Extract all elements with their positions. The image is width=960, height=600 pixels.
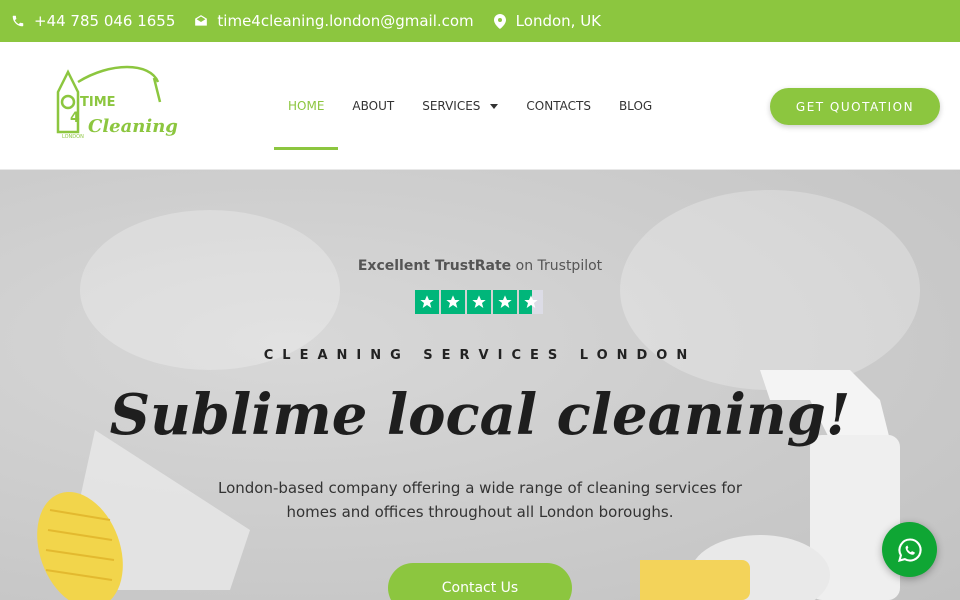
whatsapp-icon [897, 537, 922, 562]
trustpilot-text: Excellent TrustRate on Trustpilot [0, 258, 960, 274]
trustpilot-stars[interactable] [415, 290, 545, 314]
logo-text-london: LONDON [62, 134, 84, 140]
nav-about[interactable]: ABOUT [338, 42, 408, 170]
top-contact-bar: +44 785 046 1655 time4cleaning.london@gm… [0, 0, 960, 42]
time4cleaning-logo[interactable]: TIME 4 Cleaning LONDON [50, 62, 180, 142]
nav-home[interactable]: HOME [274, 42, 339, 170]
phone-contact[interactable]: +44 785 046 1655 [10, 12, 175, 30]
star-icon [467, 290, 491, 314]
nav-about-label: ABOUT [352, 99, 395, 113]
map-pin-icon [492, 13, 508, 29]
nav-services-label: SERVICES [422, 99, 481, 113]
site-header: TIME 4 Cleaning LONDON HOME ABOUT SERVIC… [0, 42, 960, 170]
nav-blog[interactable]: BLOG [605, 42, 666, 170]
star-icon [415, 290, 439, 314]
nav-contacts-label: CONTACTS [526, 99, 591, 113]
chevron-down-icon [490, 103, 499, 109]
description-line-2: homes and offices throughout all London … [286, 503, 674, 521]
contact-us-button[interactable]: Contact Us [388, 563, 572, 600]
half-star-icon [519, 290, 543, 314]
phone-text: +44 785 046 1655 [34, 12, 176, 30]
whatsapp-button[interactable] [882, 522, 937, 577]
trust-bold: Excellent TrustRate [357, 258, 512, 274]
main-nav: HOME ABOUT SERVICES CONTACTS BLOG [274, 42, 666, 170]
logo-text-time: TIME [80, 95, 116, 110]
nav-services[interactable]: SERVICES [408, 42, 512, 170]
hero-headline: Sublime local cleaning! [109, 382, 851, 448]
location-text: London, UK [515, 12, 602, 30]
nav-contacts[interactable]: CONTACTS [512, 42, 605, 170]
star-icon [441, 290, 465, 314]
nav-home-label: HOME [288, 99, 325, 113]
background-texture [80, 210, 340, 370]
logo-number: 4 [70, 110, 80, 126]
hero-section: Excellent TrustRate on Trustpilot CLEANI… [0, 170, 960, 600]
hero-kicker: CLEANING SERVICES LONDON [263, 348, 697, 363]
nav-blog-label: BLOG [618, 99, 653, 113]
phone-icon [10, 13, 26, 29]
envelope-icon [193, 13, 209, 29]
hero-description: London-based company offering a wide ran… [200, 476, 760, 524]
logo-text-cleaning: Cleaning [88, 116, 178, 137]
location-contact: London, UK [492, 12, 601, 30]
star-icon [493, 290, 517, 314]
email-contact[interactable]: time4cleaning.london@gmail.com [193, 12, 474, 30]
get-quotation-button[interactable]: GET QUOTATION [770, 88, 940, 125]
email-text: time4cleaning.london@gmail.com [217, 12, 474, 30]
trust-rest: on Trustpilot [511, 258, 603, 274]
description-line-1: London-based company offering a wide ran… [218, 479, 742, 497]
